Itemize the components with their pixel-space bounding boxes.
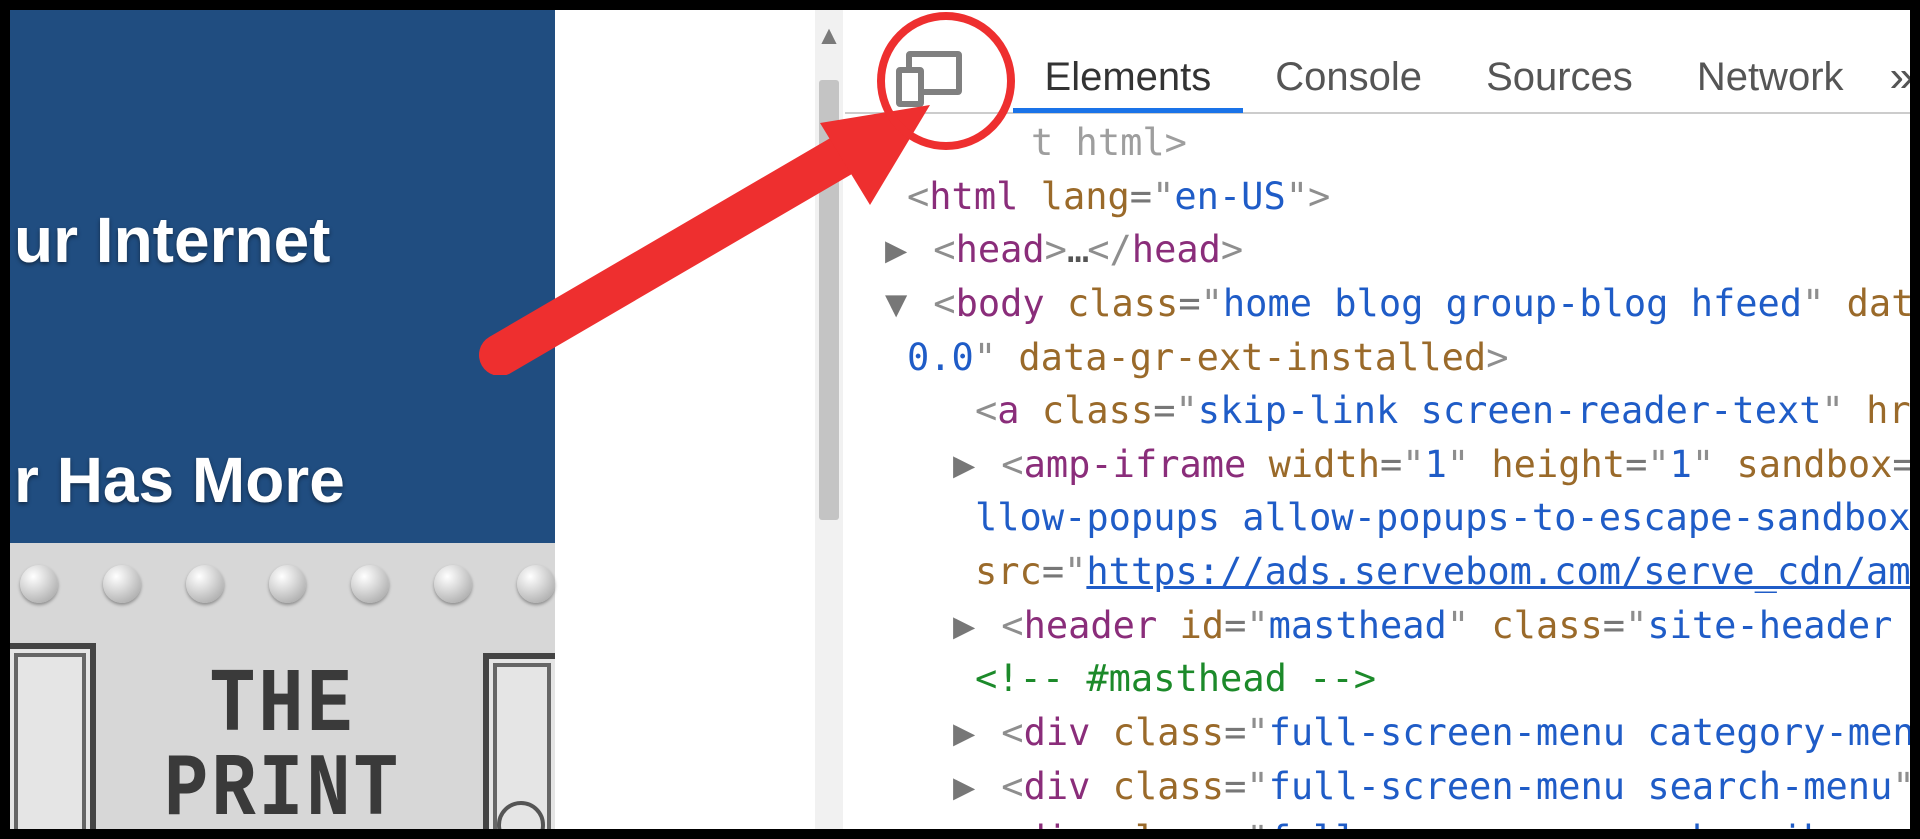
page-preview-pane: ur Internet r Has More han It's g You d … [10, 10, 555, 829]
decorative-rivets [10, 565, 555, 603]
expand-toggle-icon[interactable]: ▶ [953, 438, 979, 492]
article-hero: ur Internet r Has More han It's g You d … [10, 10, 555, 543]
elements-source-tree[interactable]: t html> <html lang="en-US"> ▶ <head>…</h… [845, 116, 1910, 829]
doctype-fragment: t html [1031, 121, 1165, 164]
body-version: 0.0 [907, 336, 974, 379]
expand-toggle-icon[interactable]: ▶ [953, 706, 979, 760]
expand-toggle-icon[interactable]: ▶ [953, 599, 979, 653]
html-lang-value: en-US [1174, 175, 1285, 218]
html-tag: html [929, 175, 1018, 218]
screenshot-frame: ur Internet r Has More han It's g You d … [0, 0, 1920, 839]
rivet-icon [20, 565, 58, 603]
scroll-up-icon[interactable]: ▲ [815, 20, 843, 51]
banner-logo-line: PRINT [10, 741, 555, 839]
body-class: home blog group-blog hfeed [1223, 282, 1802, 325]
rivet-icon [351, 565, 389, 603]
tab-console[interactable]: Console [1243, 41, 1454, 113]
body-tag: body [956, 282, 1045, 325]
rivet-icon [186, 565, 224, 603]
banner-logo: THE PRINT [10, 663, 555, 833]
devtools-panel: Elements Console Sources Network » t htm… [845, 10, 1910, 829]
rivet-icon [434, 565, 472, 603]
expand-toggle-icon[interactable]: ▼ [885, 277, 911, 331]
tab-sources[interactable]: Sources [1454, 41, 1665, 113]
body-extra-attr: data-new-gr-c-s [1847, 282, 1910, 325]
annotation-circle [877, 12, 1015, 150]
scroll-thumb[interactable] [819, 80, 839, 520]
body-extra-attr2: data-gr-ext-installed [1018, 336, 1486, 379]
masthead-comment: !-- #masthead -- [997, 657, 1353, 700]
tab-elements[interactable]: Elements [1013, 41, 1244, 113]
headline-line: r Has More [14, 440, 555, 520]
tabs-overflow-icon[interactable]: » [1890, 52, 1910, 102]
preview-scrollbar[interactable]: ▲ [815, 10, 843, 829]
amp-src-link[interactable]: https://ads.servebom.com/serve_cdn/amp/a… [1086, 550, 1910, 593]
expand-toggle-icon[interactable]: ▶ [953, 760, 979, 814]
rivet-icon [269, 565, 307, 603]
rivet-icon [103, 565, 141, 603]
headline-line: ur Internet [14, 200, 555, 280]
tab-network[interactable]: Network [1665, 41, 1876, 113]
rivet-icon [517, 565, 555, 603]
page-banner: THE PRINT [10, 543, 555, 839]
expand-toggle-icon[interactable]: ▶ [885, 223, 911, 277]
expand-toggle-icon[interactable]: ▶ [953, 813, 979, 829]
